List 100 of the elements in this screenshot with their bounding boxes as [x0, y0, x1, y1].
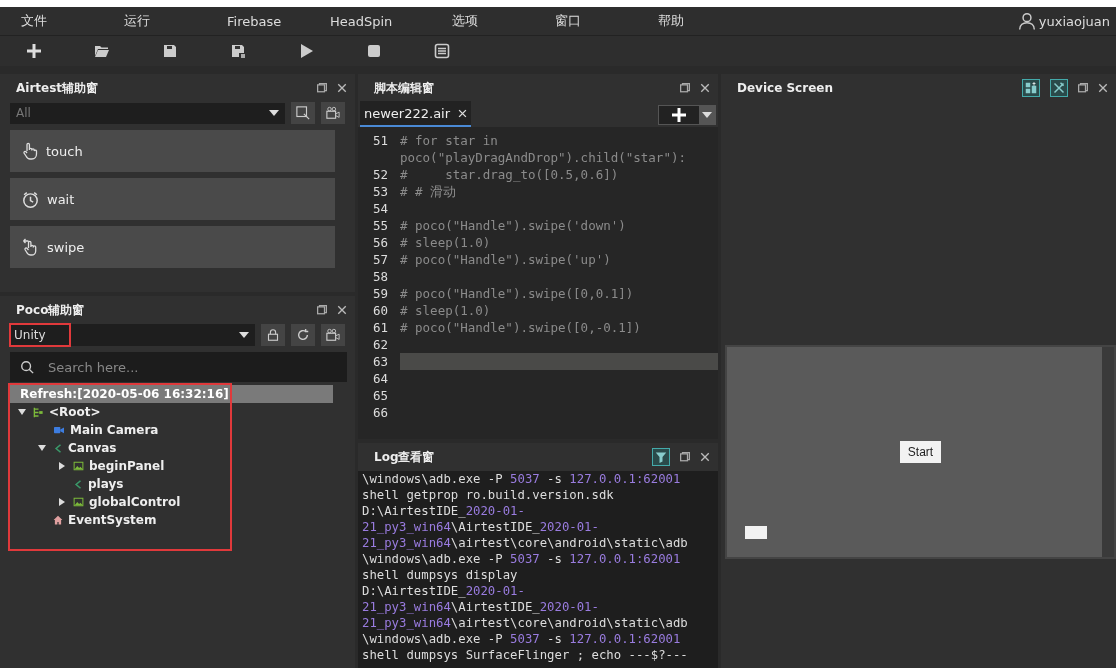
action-item[interactable]: touch [10, 130, 335, 172]
stop-icon[interactable] [366, 43, 382, 59]
list-icon[interactable] [434, 43, 450, 59]
restore-icon [1078, 83, 1088, 93]
line-number: 66 [371, 404, 389, 421]
restore-icon [680, 83, 690, 93]
plus-icon [671, 107, 687, 123]
line-number: 53 [371, 183, 389, 200]
folder-icon[interactable] [94, 43, 110, 59]
line-number: 57 [371, 251, 389, 268]
code-line: # star.drag_to([0.5,0.6]) [400, 166, 620, 183]
line-number: 61 [371, 319, 389, 336]
tree-node-label[interactable]: <Root> [49, 405, 101, 419]
panel-title: Device Screen [737, 81, 833, 95]
video-camera-icon [326, 328, 340, 342]
start-button[interactable]: Start [899, 441, 942, 463]
restore-icon [317, 305, 327, 315]
record-button[interactable] [321, 102, 345, 124]
chevron-icon [73, 478, 83, 490]
add-dropdown-button[interactable] [658, 105, 716, 125]
mode-dropdown[interactable]: Unity [10, 324, 255, 346]
user-name[interactable]: yuxiaojuan [1038, 13, 1110, 29]
panel-title: Poco辅助窗 [16, 301, 85, 319]
line-number: 54 [371, 200, 389, 217]
screenshot-button[interactable] [291, 102, 315, 124]
tree-node-label[interactable]: plays [88, 477, 124, 491]
code-line: # # 滑动 [400, 183, 458, 200]
filter-dropdown[interactable]: All [10, 102, 285, 124]
code-line: # sleep(1.0) [400, 234, 492, 251]
save-as-icon[interactable] [230, 43, 246, 59]
code-line: # poco("Handle").swipe([0,0.1]) [400, 285, 635, 302]
menu-item[interactable]: Firebase [206, 13, 309, 29]
small-button [745, 526, 767, 539]
menu-item[interactable]: 窗口 [534, 12, 637, 30]
menu-item[interactable]: 运行 [103, 12, 206, 30]
refresh-icon [296, 328, 310, 342]
image-icon [73, 461, 84, 471]
hierarchy-icon [33, 406, 44, 418]
video-camera-icon [326, 106, 340, 120]
line-number: 55 [371, 217, 389, 234]
menu-item[interactable]: HeadSpin [309, 13, 431, 29]
code-editor[interactable] [358, 127, 718, 439]
line-number: 62 [371, 336, 389, 353]
code-line: # sleep(1.0) [400, 302, 492, 319]
panel-title: Airtest辅助窗 [16, 79, 99, 97]
panel-title: Log查看窗 [374, 448, 435, 466]
chevron-icon [53, 442, 63, 454]
line-number: 56 [371, 234, 389, 251]
menu-item[interactable]: 选项 [431, 12, 534, 30]
house-icon [53, 515, 63, 525]
close-icon [458, 108, 468, 118]
line-number: 51 [371, 132, 389, 150]
refresh-button[interactable] [291, 324, 315, 346]
tree-node-label[interactable]: globalControl [89, 495, 181, 509]
close-icon [1098, 83, 1108, 93]
tree-node-label[interactable]: Main Camera [70, 423, 159, 437]
device-screen[interactable]: Start [725, 345, 1116, 559]
dropdown-caret-icon [239, 332, 249, 338]
tools-button[interactable] [1050, 79, 1068, 97]
plus-icon[interactable] [26, 43, 42, 59]
dropdown-caret-icon [702, 112, 712, 118]
panel-title: 脚本编辑窗 [374, 79, 434, 97]
swipe-hand-icon [22, 238, 39, 256]
code-line: # for star in poco("playDragAndDrop").child("star"): [400, 132, 687, 166]
restore-icon [680, 452, 690, 462]
action-item[interactable]: wait [10, 178, 335, 220]
menu-item[interactable]: 文件 [0, 12, 103, 30]
layout-button[interactable] [1022, 79, 1040, 97]
line-number: 60 [371, 302, 389, 319]
expanded-arrow-icon[interactable] [38, 444, 46, 452]
log-output: \windows\adb.exe -P 5037 -s 127.0.0.1:62001 shell getprop ro.build.version.sdk D:\AirtestIDE_2020-01- 21_py3_win64\AirtestIDE_2020-01- 21_py3_win64\airtest\core\android\static\adb \windows\adb.exe -P 5037 -s 127.0.0.1:62001 shell dumpsys display D:\AirtestIDE_2020-01- 21_py3_win64\AirtestIDE_2020-01- 21_py3_win64\airtest\core\android\static\adb \windows\adb.exe -P 5037 -s 127.0.0.1:62001 shell dumpsys SurfaceFlinger ; echo ---$?--- [358, 471, 718, 668]
collapsed-arrow-icon[interactable] [58, 462, 66, 470]
play-icon[interactable] [298, 43, 314, 59]
collapsed-arrow-icon[interactable] [58, 498, 66, 506]
code-line: # poco("Handle").swipe([0,-0.1]) [400, 319, 642, 336]
image-icon [73, 497, 84, 507]
lock-button[interactable] [261, 324, 285, 346]
tree-node-label[interactable]: Canvas [68, 441, 117, 455]
search-icon [20, 360, 34, 374]
crop-icon [296, 106, 310, 120]
grid-icon [1025, 82, 1037, 94]
line-number: 52 [371, 166, 389, 183]
action-item[interactable]: swipe [10, 226, 335, 268]
refresh-timestamp: Refresh:[2020-05-06 16:32:16] [10, 385, 333, 403]
restore-icon [317, 83, 327, 93]
search-field[interactable]: Search here... [10, 352, 347, 382]
tree-node-label[interactable]: EventSystem [68, 513, 157, 527]
tree-node-label[interactable]: beginPanel [89, 459, 165, 473]
line-number: 59 [371, 285, 389, 302]
record-button[interactable] [321, 324, 345, 346]
code-line: # poco("Handle").swipe('down') [400, 217, 627, 234]
funnel-icon [655, 451, 667, 463]
expanded-arrow-icon[interactable] [18, 408, 26, 416]
line-number: 64 [371, 370, 389, 387]
filter-button[interactable] [652, 448, 670, 466]
tools-icon [1053, 82, 1065, 94]
close-icon [337, 305, 347, 315]
menu-item[interactable]: 帮助 [637, 12, 740, 30]
file-tab[interactable]: newer222.air [360, 101, 472, 127]
save-icon[interactable] [162, 43, 178, 59]
